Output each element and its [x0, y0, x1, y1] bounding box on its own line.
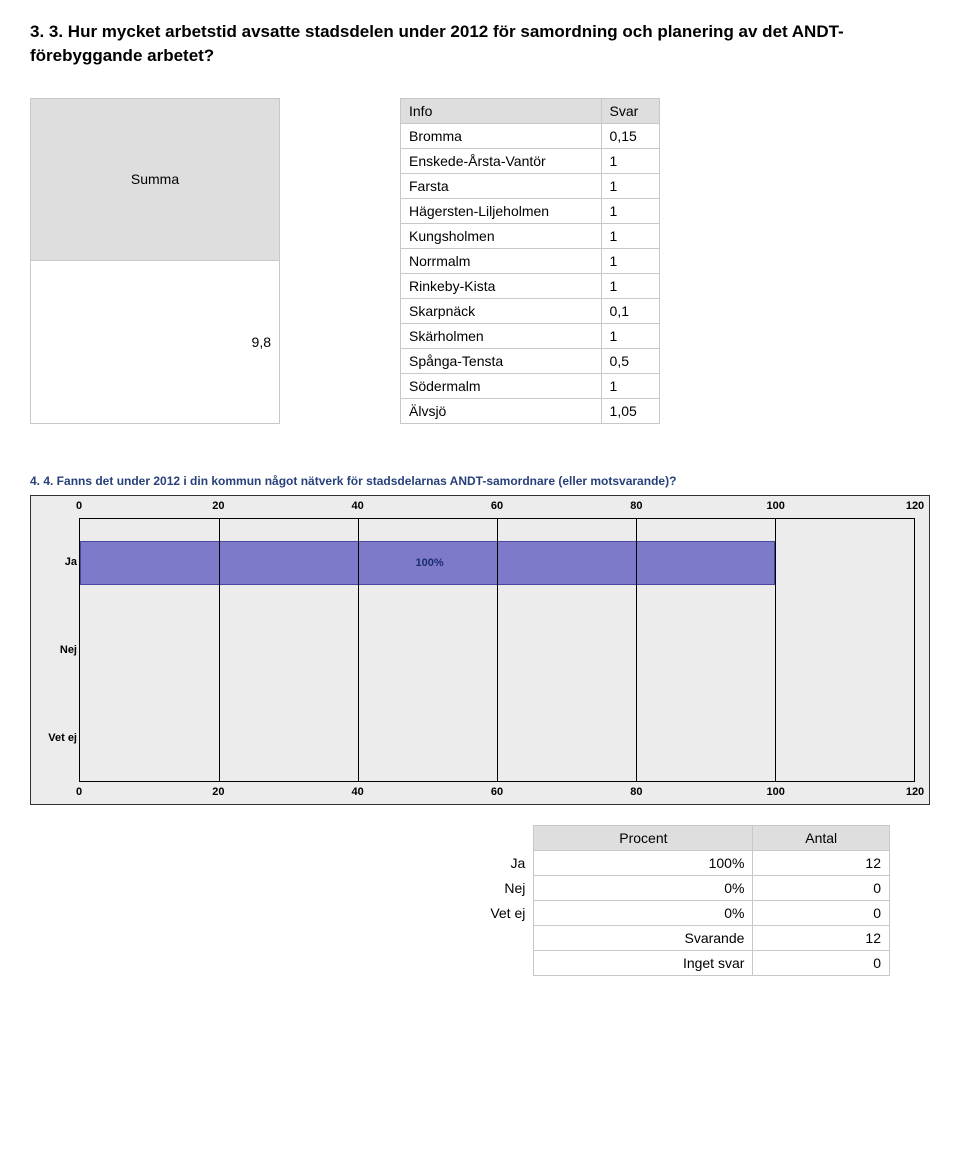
- table-row: Kungsholmen1: [401, 223, 660, 248]
- info-row-label: Kungsholmen: [401, 223, 602, 248]
- info-row-value: 0,5: [601, 348, 659, 373]
- info-row-label: Farsta: [401, 173, 602, 198]
- chart-title: 4. 4. Fanns det under 2012 i din kommun …: [30, 474, 930, 490]
- chart-tick: 20: [212, 786, 224, 798]
- chart-plot-box: 0 20 40 60 80 100 120 Ja Nej Vet ej 100% 0 20 40 60…: [30, 495, 930, 805]
- chart-tick: 100: [766, 786, 784, 798]
- table-row: Norrmalm1: [401, 248, 660, 273]
- info-row-value: 1: [601, 173, 659, 198]
- percent-header-antal: Antal: [753, 826, 890, 851]
- chart-plot-area: 100%: [79, 518, 915, 782]
- info-row-label: Bromma: [401, 123, 602, 148]
- chart-tick: 40: [352, 500, 364, 512]
- info-row-value: 1: [601, 323, 659, 348]
- table-row: Hägersten-Liljeholmen1: [401, 198, 660, 223]
- chart-axis-top: 020406080100120: [79, 500, 915, 514]
- percent-row-antal: 12: [753, 851, 890, 876]
- percent-row-procent: 100%: [534, 851, 753, 876]
- info-row-label: Spånga-Tensta: [401, 348, 602, 373]
- table-row: Skärholmen1: [401, 323, 660, 348]
- chart-tick: 120: [906, 786, 924, 798]
- chart-tick: 0: [76, 786, 82, 798]
- table-row: Rinkeby-Kista1: [401, 273, 660, 298]
- chart-gridline: [636, 519, 637, 781]
- info-row-label: Enskede-Årsta-Vantör: [401, 148, 602, 173]
- top-tables-row: Summa 9,8 Info Svar Bromma0,15Enskede-År…: [30, 98, 930, 424]
- summa-header: Summa: [31, 98, 280, 261]
- chart-tick: 80: [630, 500, 642, 512]
- info-row-value: 1: [601, 373, 659, 398]
- chart-gridline: [358, 519, 359, 781]
- percent-header-procent: Procent: [534, 826, 753, 851]
- chart-tick: 60: [491, 786, 503, 798]
- info-row-value: 0,1: [601, 298, 659, 323]
- summa-value: 9,8: [31, 261, 280, 424]
- table-row: Farsta1: [401, 173, 660, 198]
- table-row: Svarande12: [390, 926, 890, 951]
- info-header-info: Info: [401, 98, 602, 123]
- info-row-label: Älvsjö: [401, 398, 602, 423]
- table-row: Ja100%12: [390, 851, 890, 876]
- chart-category-label: Vet ej: [37, 716, 77, 760]
- info-row-value: 1: [601, 248, 659, 273]
- chart-tick: 20: [212, 500, 224, 512]
- summa-table: Summa 9,8: [30, 98, 280, 424]
- info-row-value: 0,15: [601, 123, 659, 148]
- table-row: Enskede-Årsta-Vantör1: [401, 148, 660, 173]
- chart-gridline: [219, 519, 220, 781]
- percent-table: Procent Antal Ja100%12Nej0%0Vet ej0%0Sva…: [390, 825, 890, 976]
- chart-tick: 40: [352, 786, 364, 798]
- percent-footer-label: Inget svar: [534, 951, 753, 976]
- table-row: Södermalm1: [401, 373, 660, 398]
- chart-gridline: [775, 519, 776, 781]
- percent-footer-value: 0: [753, 951, 890, 976]
- percent-row-procent: 0%: [534, 901, 753, 926]
- table-row: Nej0%0: [390, 876, 890, 901]
- info-row-label: Södermalm: [401, 373, 602, 398]
- info-row-label: Hägersten-Liljeholmen: [401, 198, 602, 223]
- info-header-svar: Svar: [601, 98, 659, 123]
- info-row-label: Rinkeby-Kista: [401, 273, 602, 298]
- chart-axis-bottom: 020406080100120: [79, 786, 915, 800]
- chart-gridline: [497, 519, 498, 781]
- info-row-value: 1: [601, 148, 659, 173]
- chart-tick: 80: [630, 786, 642, 798]
- chart-container: 4. 4. Fanns det under 2012 i din kommun …: [30, 474, 930, 806]
- question-heading: 3. 3. Hur mycket arbetstid avsatte stads…: [30, 20, 930, 68]
- chart-category-label: Nej: [37, 628, 77, 672]
- info-row-label: Norrmalm: [401, 248, 602, 273]
- chart-tick: 100: [766, 500, 784, 512]
- info-row-value: 1,05: [601, 398, 659, 423]
- info-row-label: Skärholmen: [401, 323, 602, 348]
- info-row-value: 1: [601, 223, 659, 248]
- chart-tick: 60: [491, 500, 503, 512]
- table-row: Älvsjö1,05: [401, 398, 660, 423]
- info-row-value: 1: [601, 273, 659, 298]
- table-row: Vet ej0%0: [390, 901, 890, 926]
- percent-row-antal: 0: [753, 901, 890, 926]
- table-row: Skarpnäck0,1: [401, 298, 660, 323]
- table-row: Inget svar0: [390, 951, 890, 976]
- table-row: Bromma0,15: [401, 123, 660, 148]
- chart-category-label: Ja: [37, 540, 77, 584]
- chart-tick: 0: [76, 500, 82, 512]
- info-table: Info Svar Bromma0,15Enskede-Årsta-Vantör…: [400, 98, 660, 424]
- chart-bar-label: 100%: [416, 557, 444, 569]
- chart-y-labels: Ja Nej Vet ej: [37, 518, 77, 782]
- percent-footer-value: 12: [753, 926, 890, 951]
- percent-row-label: Nej: [390, 876, 534, 901]
- info-row-value: 1: [601, 198, 659, 223]
- percent-row-antal: 0: [753, 876, 890, 901]
- chart-tick: 120: [906, 500, 924, 512]
- info-row-label: Skarpnäck: [401, 298, 602, 323]
- table-row: Spånga-Tensta0,5: [401, 348, 660, 373]
- chart-bar: 100%: [80, 541, 775, 585]
- percent-row-label: Vet ej: [390, 901, 534, 926]
- percent-row-label: Ja: [390, 851, 534, 876]
- percent-footer-label: Svarande: [534, 926, 753, 951]
- percent-row-procent: 0%: [534, 876, 753, 901]
